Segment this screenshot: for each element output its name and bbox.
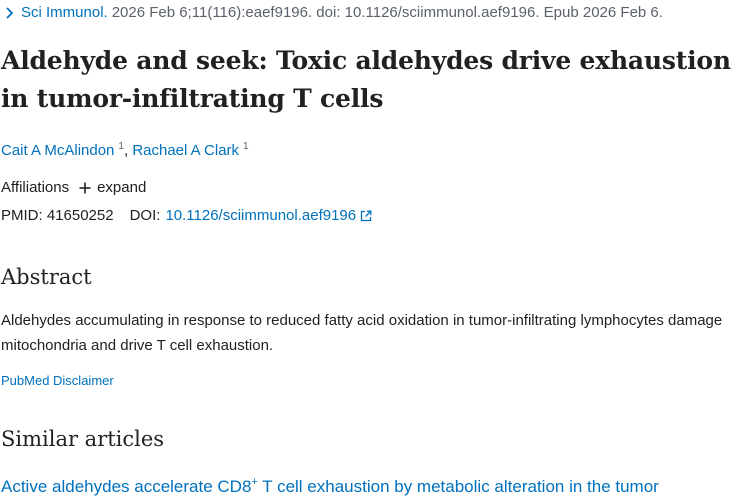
similar-articles-heading: Similar articles: [1, 427, 165, 451]
author-separator: ,: [123, 142, 129, 159]
similar-article-title-start: Active aldehydes accelerate CD8: [1, 477, 252, 496]
identifiers-row: PMID: 41650252 DOI: 10.1126/sciimmunol.a…: [1, 207, 372, 224]
expand-affiliations-button[interactable]: expand: [79, 179, 146, 196]
external-link-icon[interactable]: [360, 210, 372, 222]
journal-link[interactable]: Sci Immunol.: [21, 4, 108, 21]
affiliations-row: Affiliations expand: [1, 179, 146, 196]
author-link[interactable]: Rachael A Clark: [132, 142, 239, 159]
chevron-right-icon[interactable]: [4, 6, 15, 20]
article-title: Aldehyde and seek: Toxic aldehydes drive…: [1, 46, 731, 113]
author-list: Cait A McAlindon 1, Rachael A Clark 1: [1, 141, 249, 159]
expand-label: expand: [97, 179, 147, 196]
affiliation-number[interactable]: 1: [243, 141, 249, 152]
article-page: Sci Immunol. 2026 Feb 6;11(116):eaef9196…: [0, 0, 750, 500]
author-link[interactable]: Cait A McAlindon: [1, 142, 114, 159]
abstract-text: Aldehydes accumulating in response to re…: [1, 312, 723, 354]
citation-line: Sci Immunol. 2026 Feb 6;11(116):eaef9196…: [4, 4, 663, 21]
plus-icon: [79, 182, 91, 193]
doi-label: DOI:: [129, 207, 161, 224]
abstract-heading: Abstract: [1, 265, 92, 289]
pmid-value: 41650252: [46, 207, 114, 224]
pmid-label: PMID:: [1, 207, 43, 224]
affiliations-label: Affiliations: [1, 179, 70, 196]
doi-link[interactable]: 10.1126/sciimmunol.aef9196: [165, 207, 356, 224]
similar-article-title-end: T cell exhaustion by metabolic alteratio…: [257, 477, 659, 496]
citation-details: 2026 Feb 6;11(116):eaef9196. doi: 10.112…: [111, 4, 663, 21]
pubmed-disclaimer-link[interactable]: PubMed Disclaimer: [1, 373, 114, 388]
similar-article-link[interactable]: Active aldehydes accelerate CD8+ T cell …: [1, 470, 750, 499]
